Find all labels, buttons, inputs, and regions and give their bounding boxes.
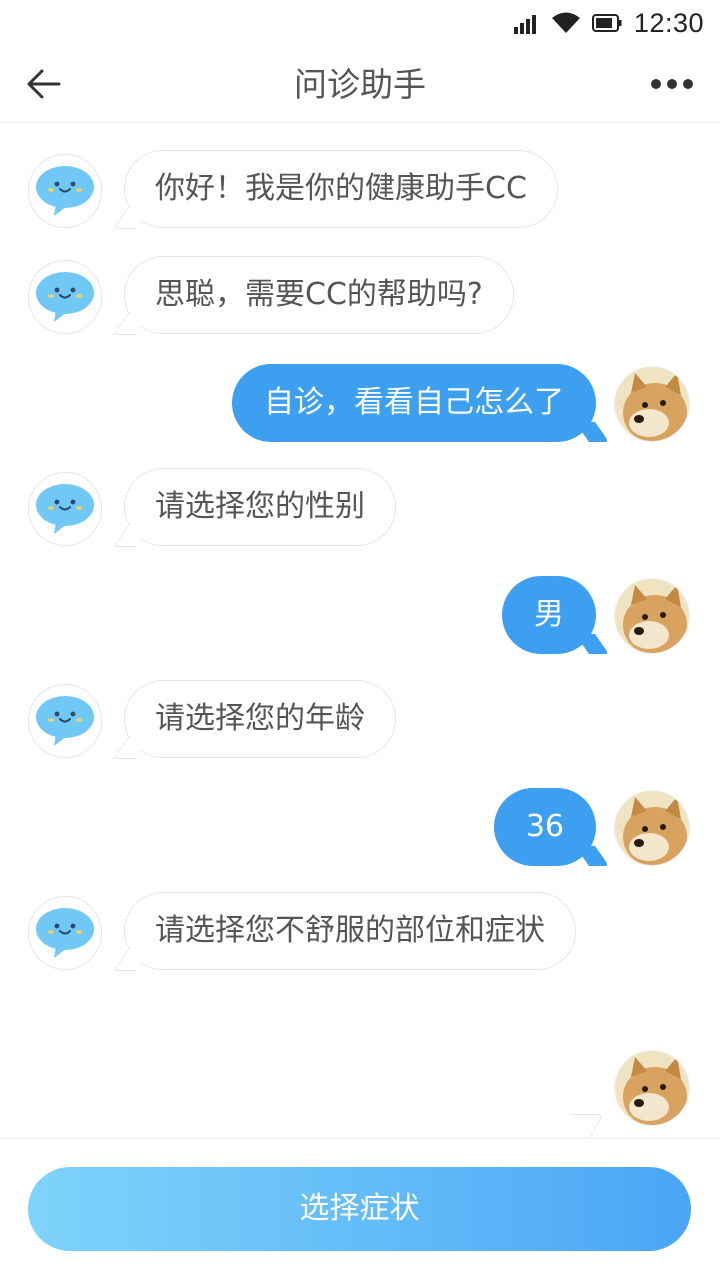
message-row-user: 36 (0, 788, 720, 868)
message-row-user: 自诊，看看自己怎么了 (0, 364, 720, 444)
doge-avatar-image (615, 579, 689, 653)
bot-avatar (28, 154, 102, 228)
message-row-bot: 思聪，需要CC的帮助吗? (0, 256, 720, 336)
doge-avatar-image (615, 367, 689, 441)
bot-avatar (28, 472, 102, 546)
select-symptom-button[interactable]: 选择症状 (28, 1167, 691, 1251)
user-avatar[interactable] (614, 366, 690, 442)
battery-icon (591, 14, 622, 32)
more-button[interactable] (650, 64, 694, 104)
chat-bubble-face-icon (36, 166, 94, 216)
status-bar: 12:30 (0, 0, 720, 46)
nav-bar: 问诊助手 (0, 46, 720, 123)
chat-bubble-face-icon (36, 272, 94, 322)
bot-message-bubble: 你好！我是你的健康助手CC (124, 150, 558, 228)
bot-avatar (28, 896, 102, 970)
chat-bubble-face-icon (36, 696, 94, 746)
message-row-user: 男 (0, 576, 720, 656)
chat-bubble-face-icon (36, 484, 94, 534)
message-row-user-partial (0, 1048, 720, 1128)
user-message-bubble: 36 (493, 788, 596, 866)
signal-icon (513, 15, 536, 34)
doge-avatar-image (615, 1051, 689, 1125)
page-title: 问诊助手 (294, 65, 426, 104)
message-row-bot: 请选择您的年龄 (0, 680, 720, 760)
more-dots-icon (651, 79, 693, 89)
chat-bubble-face-icon (36, 908, 94, 958)
status-time: 12:30 (633, 7, 704, 38)
bot-message-bubble: 请选择您的年龄 (124, 680, 396, 758)
message-row-bot: 你好！我是你的健康助手CC (0, 150, 720, 230)
user-avatar[interactable] (614, 1050, 690, 1126)
bot-message-bubble: 思聪，需要CC的帮助吗? (124, 256, 514, 334)
bot-avatar (28, 260, 102, 334)
message-row-bot: 请选择您的性别 (0, 468, 720, 548)
user-message-bubble: 男 (502, 576, 596, 654)
user-avatar[interactable] (614, 578, 690, 654)
user-avatar[interactable] (614, 790, 690, 866)
bot-message-bubble: 请选择您的性别 (124, 468, 396, 546)
bottom-action-bar: 选择症状 (0, 1138, 720, 1281)
message-row-bot: 请选择您不舒服的部位和症状 (0, 892, 720, 972)
doge-avatar-image (615, 791, 689, 865)
user-message-bubble: 自诊，看看自己怎么了 (232, 364, 596, 442)
bot-message-bubble: 请选择您不舒服的部位和症状 (124, 892, 576, 970)
bot-avatar (28, 684, 102, 758)
wifi-icon (551, 12, 580, 33)
